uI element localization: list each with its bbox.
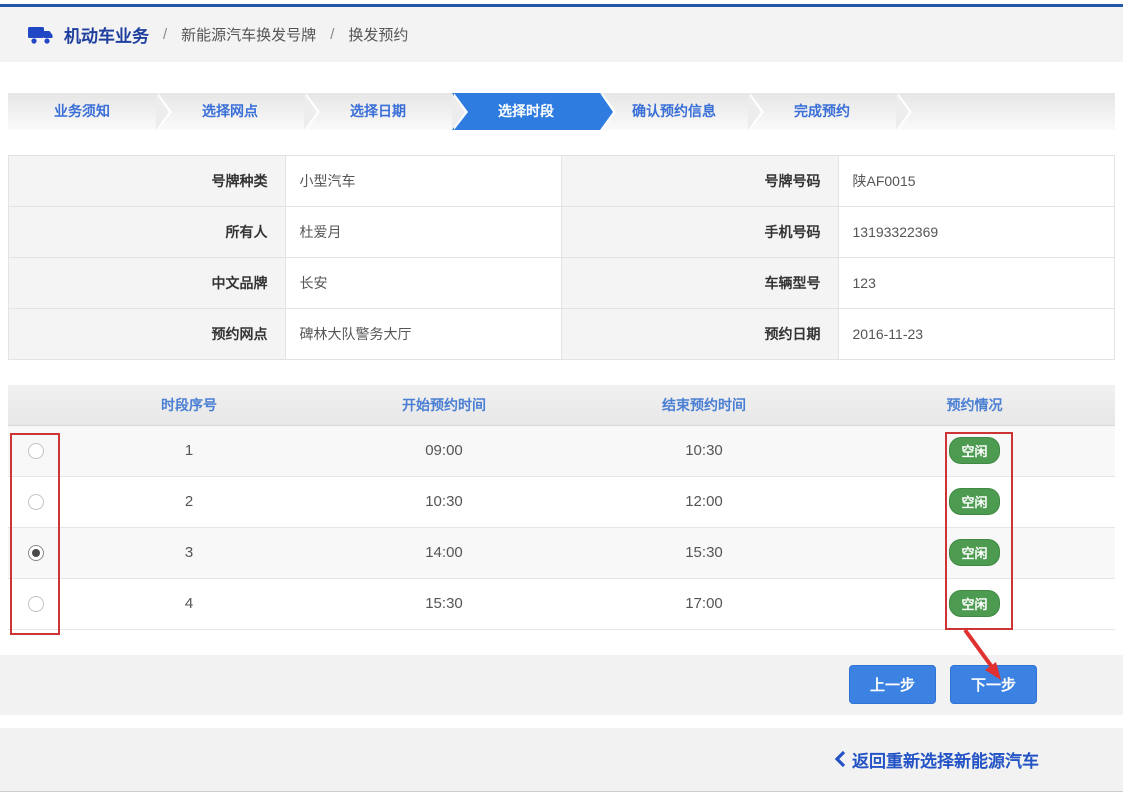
slot-end: 17:00 [574,578,834,629]
breadcrumb-item-current: 换发预约 [348,24,408,45]
step-confirm: 确认预约信息 [600,93,748,130]
table-row: 中文品牌 长安 车辆型号 123 [9,258,1115,309]
date-label: 预约日期 [562,309,839,360]
page: 机动车业务 / 新能源汽车换发号牌 / 换发预约 业务须知 选择网点 选择日期 … [0,4,1123,805]
table-row: 预约网点 碑林大队警务大厅 预约日期 2016-11-23 [9,309,1115,360]
model-value: 123 [838,258,1115,309]
status-badge: 空闲 [949,488,999,515]
slot-radio-3[interactable] [28,545,44,561]
action-bar: 上一步 下一步 [0,655,1123,715]
footer-bar: 返回重新选择新能源汽车 [0,728,1123,792]
status-header: 预约情况 [834,385,1115,425]
brand-label: 中文品牌 [9,258,286,309]
status-badge: 空闲 [949,590,999,617]
breadcrumb-root[interactable]: 机动车业务 [64,22,149,47]
back-reselect-label: 返回重新选择新能源汽车 [852,747,1039,772]
truck-icon [28,25,54,45]
phone-value: 13193322369 [838,207,1115,258]
slot-radio-4[interactable] [28,596,44,612]
slot-start: 14:00 [314,527,574,578]
timeslot-row-4: 4 15:30 17:00 空闲 [8,578,1115,629]
step-date: 选择日期 [304,93,452,130]
slot-end: 10:30 [574,425,834,476]
step-bar-filler [896,93,1115,130]
slot-index: 1 [64,425,314,476]
prev-step-button[interactable]: 上一步 [849,665,936,704]
plate-no-value: 陕AF0015 [838,156,1115,207]
start-time-header: 开始预约时间 [314,385,574,425]
timeslot-row-2: 2 10:30 12:00 空闲 [8,476,1115,527]
step-bar: 业务须知 选择网点 选择日期 选择时段 确认预约信息 完成预约 [8,93,1115,130]
table-row: 号牌种类 小型汽车 号牌号码 陕AF0015 [9,156,1115,207]
slot-start: 10:30 [314,476,574,527]
slot-radio-2[interactable] [28,494,44,510]
model-label: 车辆型号 [562,258,839,309]
step-done: 完成预约 [748,93,896,130]
timeslot-header-row: 时段序号 开始预约时间 结束预约时间 预约情况 [8,385,1115,425]
phone-label: 手机号码 [562,207,839,258]
next-step-button[interactable]: 下一步 [950,665,1037,704]
breadcrumb: 机动车业务 / 新能源汽车换发号牌 / 换发预约 [0,7,1123,62]
plate-type-value: 小型汽车 [285,156,562,207]
slot-index: 4 [64,578,314,629]
slot-radio-1[interactable] [28,443,44,459]
breadcrumb-separator: / [330,26,334,43]
date-value: 2016-11-23 [838,309,1115,360]
plate-no-label: 号牌号码 [562,156,839,207]
vehicle-info-table: 号牌种类 小型汽车 号牌号码 陕AF0015 所有人 杜爱月 手机号码 1319… [8,155,1115,360]
slot-end: 12:00 [574,476,834,527]
step-site: 选择网点 [156,93,304,130]
status-badge: 空闲 [949,437,999,464]
step-notice: 业务须知 [8,93,156,130]
slot-index-header: 时段序号 [64,385,314,425]
site-label: 预约网点 [9,309,286,360]
breadcrumb-item-service[interactable]: 新能源汽车换发号牌 [181,24,316,45]
timeslot-table: 时段序号 开始预约时间 结束预约时间 预约情况 1 09:00 10:30 空闲… [8,385,1115,630]
back-chevron-icon [834,750,846,768]
slot-index: 2 [64,476,314,527]
table-row: 所有人 杜爱月 手机号码 13193322369 [9,207,1115,258]
slot-index: 3 [64,527,314,578]
brand-value: 长安 [285,258,562,309]
back-reselect-link[interactable]: 返回重新选择新能源汽车 [834,747,1039,772]
site-value: 碑林大队警务大厅 [285,309,562,360]
slot-start: 15:30 [314,578,574,629]
plate-type-label: 号牌种类 [9,156,286,207]
slot-end: 15:30 [574,527,834,578]
step-timeslot: 选择时段 [452,93,600,130]
status-badge: 空闲 [949,539,999,566]
end-time-header: 结束预约时间 [574,385,834,425]
slot-start: 09:00 [314,425,574,476]
owner-value: 杜爱月 [285,207,562,258]
timeslot-row-1: 1 09:00 10:30 空闲 [8,425,1115,476]
breadcrumb-separator: / [163,26,167,43]
timeslot-row-3: 3 14:00 15:30 空闲 [8,527,1115,578]
radio-column-header [8,385,64,425]
owner-label: 所有人 [9,207,286,258]
